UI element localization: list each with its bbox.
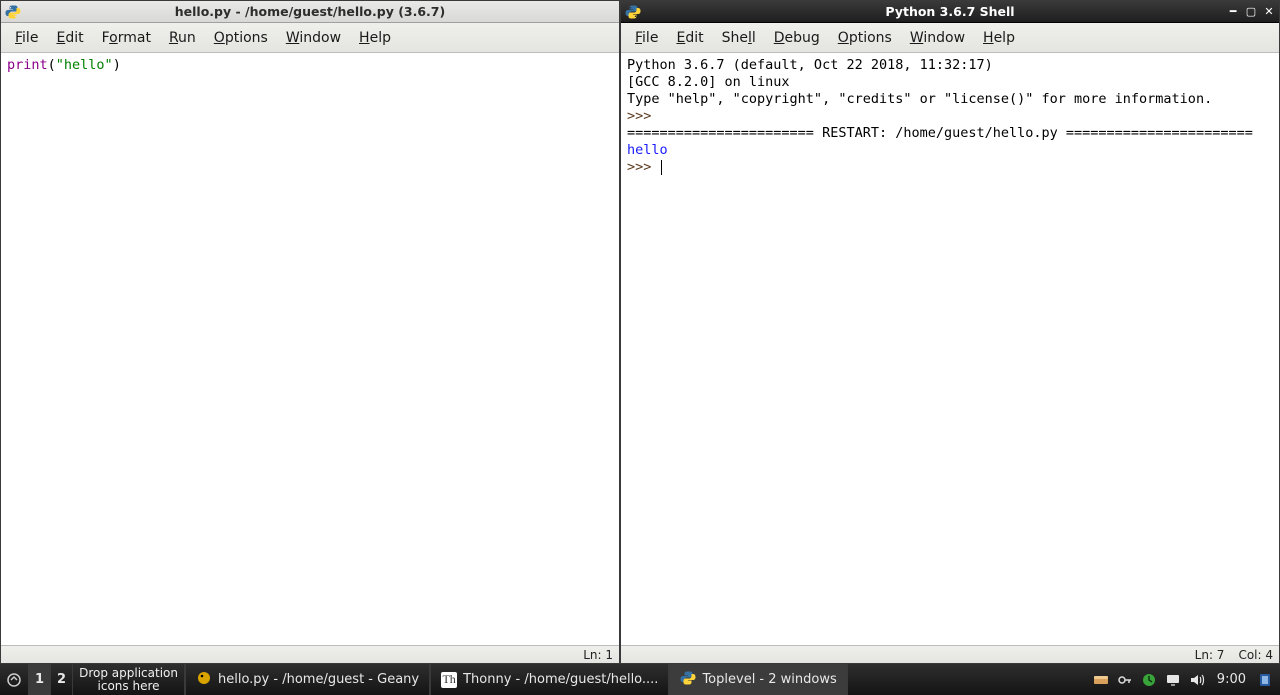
shell-line-indicator: Ln: 7: [1195, 648, 1225, 662]
text-cursor: [661, 160, 662, 175]
editor-menubar: File Edit Format Run Options Window Help: [1, 23, 619, 53]
code-string: "hello": [56, 57, 113, 73]
clock[interactable]: 9:00: [1213, 672, 1250, 687]
geany-icon: [196, 670, 212, 690]
shell-banner-2: [GCC 8.2.0] on linux: [627, 74, 790, 90]
shell-prompt: >>>: [627, 159, 660, 175]
menu-edit[interactable]: Edit: [48, 27, 91, 49]
menu-help[interactable]: Help: [975, 27, 1023, 49]
menu-options[interactable]: Options: [830, 27, 900, 49]
editor-title: hello.py - /home/guest/hello.py (3.6.7): [175, 4, 445, 19]
menu-format[interactable]: Format: [94, 27, 159, 49]
task-toplevel[interactable]: Toplevel - 2 windows: [669, 664, 847, 695]
menu-window[interactable]: Window: [902, 27, 973, 49]
menu-edit[interactable]: Edit: [668, 27, 711, 49]
editor-line-indicator: Ln: 1: [583, 648, 613, 662]
menu-window[interactable]: Window: [278, 27, 349, 49]
shell-banner-1: Python 3.6.7 (default, Oct 22 2018, 11:3…: [627, 57, 1001, 73]
menu-shell[interactable]: Shell: [714, 27, 764, 49]
menu-file[interactable]: File: [627, 27, 666, 49]
python-icon: [5, 4, 21, 20]
shell-banner-3: Type "help", "copyright", "credits" or "…: [627, 91, 1212, 107]
code-paren-close: ): [113, 57, 121, 73]
task-label: hello.py - /home/guest - Geany: [218, 672, 419, 687]
drive-icon[interactable]: [1093, 672, 1109, 688]
maximize-button[interactable]: ▢: [1243, 3, 1259, 19]
task-thonny[interactable]: Th Thonny - /home/guest/hello....: [430, 664, 669, 695]
shell-prompt: >>>: [627, 108, 660, 124]
shell-titlebar[interactable]: Python 3.6.7 Shell ━ ▢ ✕: [621, 1, 1279, 23]
menu-debug[interactable]: Debug: [766, 27, 828, 49]
shell-output: hello: [627, 142, 668, 158]
task-label: Thonny - /home/guest/hello....: [463, 672, 658, 687]
thonny-icon: Th: [441, 672, 457, 688]
update-icon[interactable]: [1141, 672, 1157, 688]
shell-text-area[interactable]: Python 3.6.7 (default, Oct 22 2018, 11:3…: [621, 53, 1279, 645]
workspace-1[interactable]: 1: [29, 664, 51, 695]
task-label: Toplevel - 2 windows: [702, 672, 836, 687]
python-icon: [680, 670, 696, 690]
taskbar: 1 2 Drop application icons here hello.py…: [0, 664, 1280, 695]
code-keyword: print: [7, 57, 48, 73]
logout-icon[interactable]: [1258, 672, 1274, 688]
menu-help[interactable]: Help: [351, 27, 399, 49]
code-paren-open: (: [48, 57, 56, 73]
menu-run[interactable]: Run: [161, 27, 204, 49]
close-button[interactable]: ✕: [1261, 3, 1277, 19]
workspace-2[interactable]: 2: [51, 664, 73, 695]
system-tray: 9:00: [1087, 664, 1280, 695]
python-icon: [625, 4, 641, 20]
idle-shell-window: Python 3.6.7 Shell ━ ▢ ✕ File Edit Shell…: [620, 0, 1280, 664]
editor-text-area[interactable]: print("hello"): [1, 53, 619, 645]
shell-restart-line: ======================= RESTART: /home/g…: [627, 125, 1253, 141]
drop-applications-hint[interactable]: Drop application icons here: [73, 664, 185, 695]
menu-options[interactable]: Options: [206, 27, 276, 49]
volume-icon[interactable]: [1189, 672, 1205, 688]
editor-titlebar[interactable]: hello.py - /home/guest/hello.py (3.6.7): [1, 1, 619, 23]
shell-col-indicator: Col: 4: [1238, 648, 1273, 662]
shell-title: Python 3.6.7 Shell: [885, 4, 1014, 19]
shell-statusbar: Ln: 7 Col: 4: [621, 645, 1279, 663]
key-icon[interactable]: [1117, 672, 1133, 688]
monitor-icon[interactable]: [1165, 672, 1181, 688]
menu-file[interactable]: File: [7, 27, 46, 49]
show-desktop-button[interactable]: [0, 664, 29, 695]
shell-menubar: File Edit Shell Debug Options Window Hel…: [621, 23, 1279, 53]
minimize-button[interactable]: ━: [1225, 3, 1241, 19]
task-geany[interactable]: hello.py - /home/guest - Geany: [185, 664, 430, 695]
idle-editor-window: hello.py - /home/guest/hello.py (3.6.7) …: [0, 0, 620, 664]
editor-statusbar: Ln: 1: [1, 645, 619, 663]
